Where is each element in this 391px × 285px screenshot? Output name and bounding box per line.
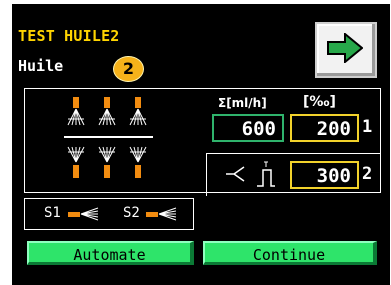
sensor-s1-icon bbox=[68, 207, 99, 221]
row2-index: 2 bbox=[362, 164, 373, 184]
sensor-s1-label: S1 bbox=[44, 205, 61, 221]
valve-icon bbox=[226, 166, 245, 182]
flow-value-row1[interactable]: 600 bbox=[212, 114, 284, 142]
next-button[interactable] bbox=[315, 22, 377, 78]
row1-index: 1 bbox=[362, 117, 373, 137]
sensor-s2-icon bbox=[146, 207, 177, 221]
automate-button[interactable]: Automate bbox=[27, 241, 194, 265]
sensor-s2-label: S2 bbox=[123, 205, 140, 221]
continue-button[interactable]: Continue bbox=[203, 241, 377, 265]
page-title: TEST HUILE2 bbox=[18, 27, 120, 45]
arrow-right-icon bbox=[327, 33, 363, 63]
flow-column-header: Σ[ml/h] bbox=[218, 96, 267, 110]
spray-nozzle-icon bbox=[64, 97, 153, 178]
permil-value-row1[interactable]: 200 bbox=[290, 114, 359, 142]
pulse-icon bbox=[257, 161, 275, 187]
step-badge: 2 bbox=[113, 56, 144, 82]
permil-column-header: [‰] bbox=[303, 94, 336, 110]
nozzle-diagram bbox=[64, 97, 153, 178]
permil-value-row2[interactable]: 300 bbox=[290, 161, 359, 189]
oil-label: Huile bbox=[18, 57, 64, 75]
